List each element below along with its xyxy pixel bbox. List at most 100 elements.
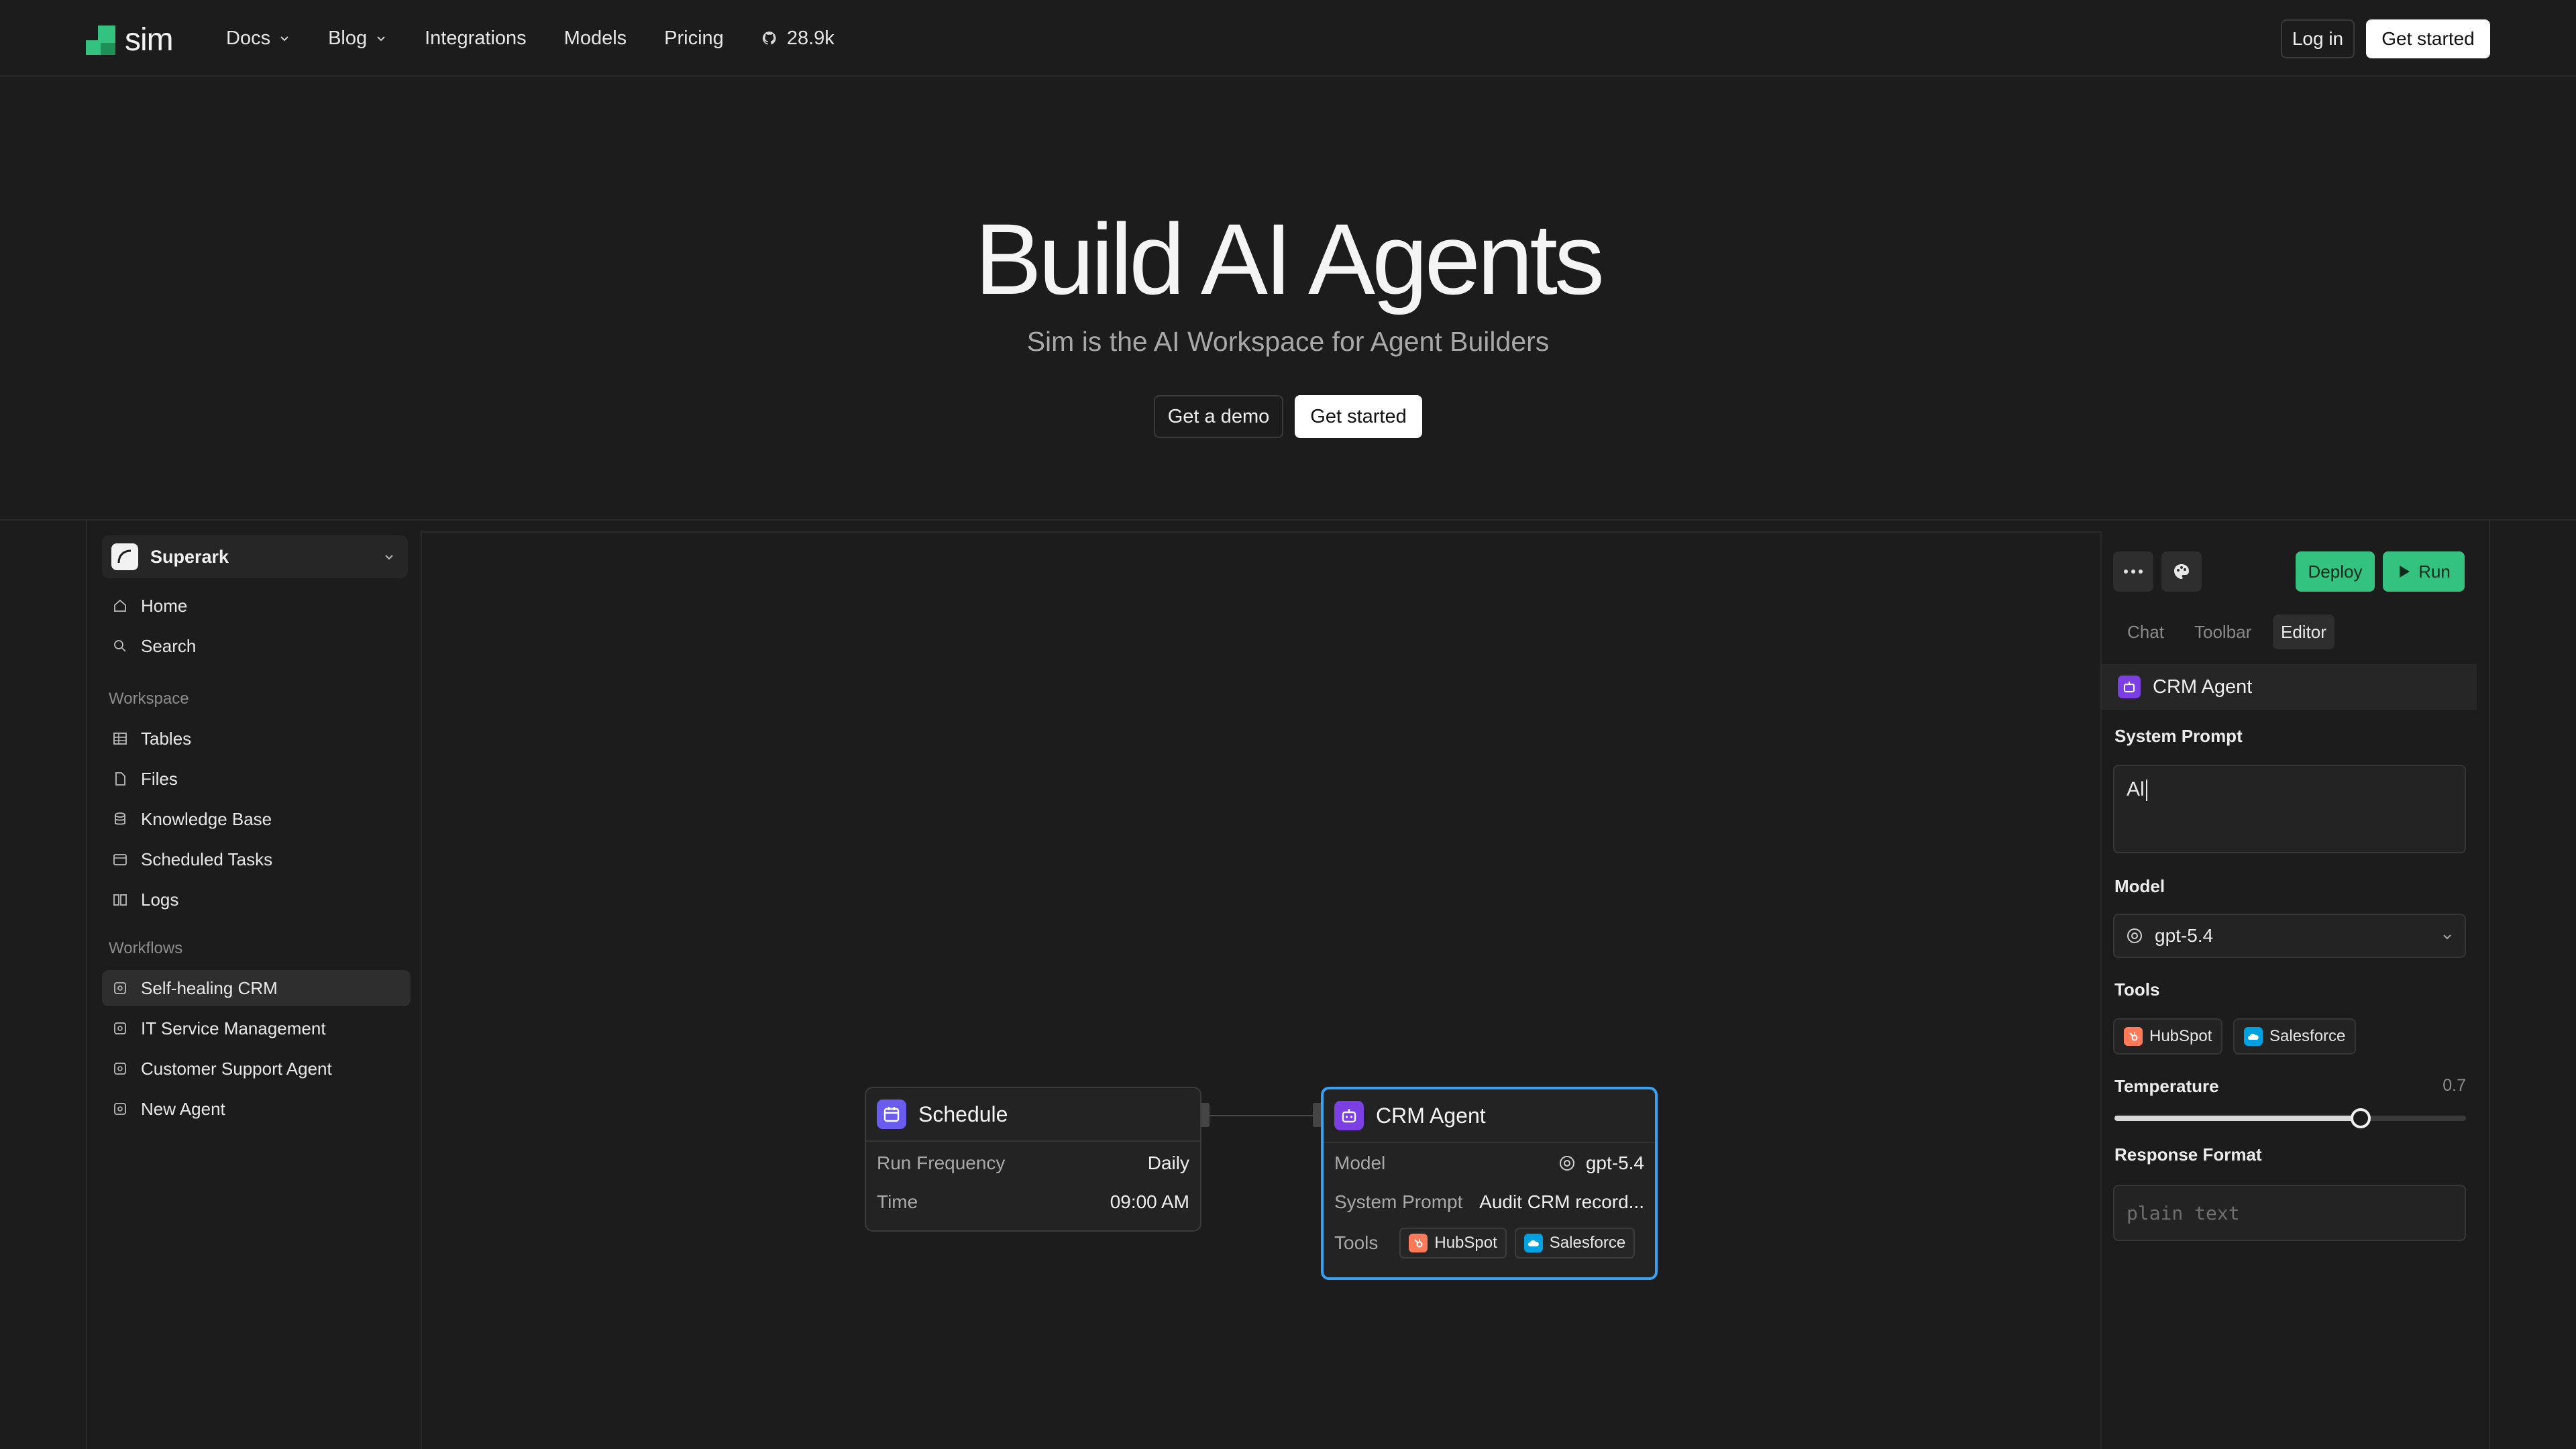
agent-node-title: CRM Agent	[1376, 1103, 1486, 1128]
sim-logo-icon	[86, 25, 115, 55]
sidebar-item-label: IT Service Management	[141, 1018, 326, 1038]
file-icon	[111, 770, 129, 788]
nav-models[interactable]: Models	[564, 28, 627, 50]
tool-chip-label: Salesforce	[1549, 1234, 1626, 1252]
play-icon	[2400, 566, 2410, 578]
hero-subtitle: Sim is the AI Workspace for Agent Builde…	[1026, 326, 1550, 357]
sidebar-workflow-new-agent[interactable]: New Agent	[102, 1091, 411, 1127]
workspace-logo-icon	[111, 543, 138, 570]
sidebar-workflow-it-service[interactable]: IT Service Management	[102, 1010, 411, 1046]
system-prompt-input[interactable]: Al	[2113, 765, 2466, 853]
tab-editor[interactable]: Editor	[2273, 614, 2334, 649]
section-workspace: Workspace	[109, 690, 189, 708]
crm-agent-node[interactable]: CRM Agent Model gpt-5.4 System Prompt Au…	[1321, 1087, 1658, 1280]
text-caret	[2145, 780, 2147, 802]
chevron-down-icon	[377, 36, 385, 42]
more-options-button[interactable]	[2113, 551, 2153, 592]
workflow-icon	[111, 1020, 129, 1037]
calendar-icon	[111, 851, 129, 868]
run-button[interactable]: Run	[2383, 551, 2465, 592]
workspace-selector[interactable]: Superark	[102, 535, 408, 578]
tool-chip-label: Salesforce	[2269, 1027, 2346, 1045]
schedule-node[interactable]: Schedule Run Frequency Daily Time 09:00 …	[865, 1087, 1201, 1232]
sidebar-item-label: Logs	[141, 889, 179, 910]
sidebar-item-tables[interactable]: Tables	[102, 720, 411, 757]
tool-chip-hubspot[interactable]: HubSpot	[1399, 1228, 1507, 1258]
nav-docs[interactable]: Docs	[226, 28, 290, 50]
row-label: Run Frequency	[877, 1152, 1006, 1173]
row-value: gpt-5.4	[1585, 1152, 1644, 1173]
tab-chat[interactable]: Chat	[2119, 614, 2172, 649]
hubspot-icon	[1409, 1234, 1428, 1252]
salesforce-icon	[1523, 1234, 1543, 1252]
workspace-name: Superark	[150, 546, 229, 567]
temperature-slider-thumb[interactable]	[2350, 1108, 2371, 1128]
github-stars: 28.9k	[786, 27, 835, 49]
schedule-time-row: Time 09:00 AM	[877, 1191, 1189, 1213]
nav-github[interactable]: 28.9k	[761, 28, 835, 50]
response-format-input[interactable]: plain text	[2113, 1185, 2466, 1241]
login-button[interactable]: Log in	[2281, 19, 2355, 58]
temperature-slider[interactable]	[2114, 1108, 2466, 1128]
nav-get-started-button[interactable]: Get started	[2366, 19, 2490, 58]
sidebar-item-files[interactable]: Files	[102, 761, 411, 797]
hero-get-started-button[interactable]: Get started	[1295, 395, 1422, 438]
nav-blog[interactable]: Blog	[328, 28, 387, 50]
temperature-slider-fill	[2114, 1116, 2361, 1121]
nav-integrations[interactable]: Integrations	[425, 28, 527, 50]
home-icon	[111, 597, 129, 614]
salesforce-icon	[2244, 1027, 2263, 1046]
response-format-placeholder: plain text	[2127, 1202, 2240, 1224]
robot-icon	[1334, 1101, 1364, 1130]
sidebar-workflow-self-healing-crm[interactable]: Self-healing CRM	[102, 970, 411, 1006]
hero-title: Build AI Agents	[974, 203, 1605, 315]
sidebar-item-label: New Agent	[141, 1098, 225, 1119]
sidebar-item-knowledge-base[interactable]: Knowledge Base	[102, 801, 411, 837]
get-demo-button[interactable]: Get a demo	[1154, 395, 1283, 438]
sidebar-workflow-customer-support[interactable]: Customer Support Agent	[102, 1051, 411, 1087]
nav-pricing[interactable]: Pricing	[664, 28, 724, 50]
deploy-button[interactable]: Deploy	[2296, 551, 2375, 592]
row-value: Daily	[1147, 1152, 1189, 1173]
more-icon	[2124, 570, 2143, 574]
logo-text: sim	[125, 22, 174, 58]
row-label: Model	[1334, 1152, 1386, 1173]
tool-chip-salesforce[interactable]: Salesforce	[1514, 1228, 1635, 1258]
sim-logo[interactable]: sim	[86, 21, 174, 58]
search-icon	[111, 637, 129, 655]
sidebar-item-logs[interactable]: Logs	[102, 881, 411, 918]
sidebar-item-home[interactable]: Home	[102, 588, 411, 624]
workflow-icon	[111, 979, 129, 997]
response-format-label: Response Format	[2114, 1144, 2262, 1165]
panel-tool-hubspot[interactable]: HubSpot	[2113, 1018, 2223, 1055]
tool-chip-label: HubSpot	[1434, 1234, 1497, 1252]
schedule-output-handle[interactable]	[1200, 1103, 1210, 1127]
hubspot-icon	[2124, 1027, 2143, 1046]
openai-icon	[2127, 928, 2142, 943]
agent-model-row: Model gpt-5.4	[1334, 1152, 1644, 1174]
sidebar-item-search[interactable]: Search	[102, 628, 411, 664]
table-icon	[111, 730, 129, 747]
sidebar-item-scheduled-tasks[interactable]: Scheduled Tasks	[102, 841, 411, 877]
logs-icon	[111, 891, 129, 908]
sidebar-item-label: Tables	[141, 728, 192, 749]
workflow-icon	[111, 1060, 129, 1077]
chevron-down-icon	[385, 555, 393, 560]
workflow-icon	[111, 1100, 129, 1118]
model-label: Model	[2114, 876, 2165, 896]
model-select-value: gpt-5.4	[2155, 925, 2214, 946]
palette-icon	[2174, 564, 2189, 579]
nav-links: Docs Blog Integrations Models Pricing 28…	[226, 0, 872, 76]
model-select[interactable]: gpt-5.4	[2113, 914, 2466, 958]
sidebar-item-label: Files	[141, 768, 178, 789]
workflow-canvas[interactable]: Schedule Run Frequency Daily Time 09:00 …	[422, 531, 2100, 1449]
tab-toolbar[interactable]: Toolbar	[2186, 614, 2259, 649]
sidebar-item-label: Scheduled Tasks	[141, 849, 273, 869]
row-label: Tools	[1334, 1232, 1379, 1253]
sidebar-item-label: Home	[141, 595, 188, 616]
palette-button[interactable]	[2161, 551, 2202, 592]
sidebar-item-label: Search	[141, 635, 197, 656]
row-label: Time	[877, 1191, 918, 1212]
panel-tool-salesforce[interactable]: Salesforce	[2233, 1018, 2357, 1055]
chevron-down-icon	[2443, 934, 2451, 940]
